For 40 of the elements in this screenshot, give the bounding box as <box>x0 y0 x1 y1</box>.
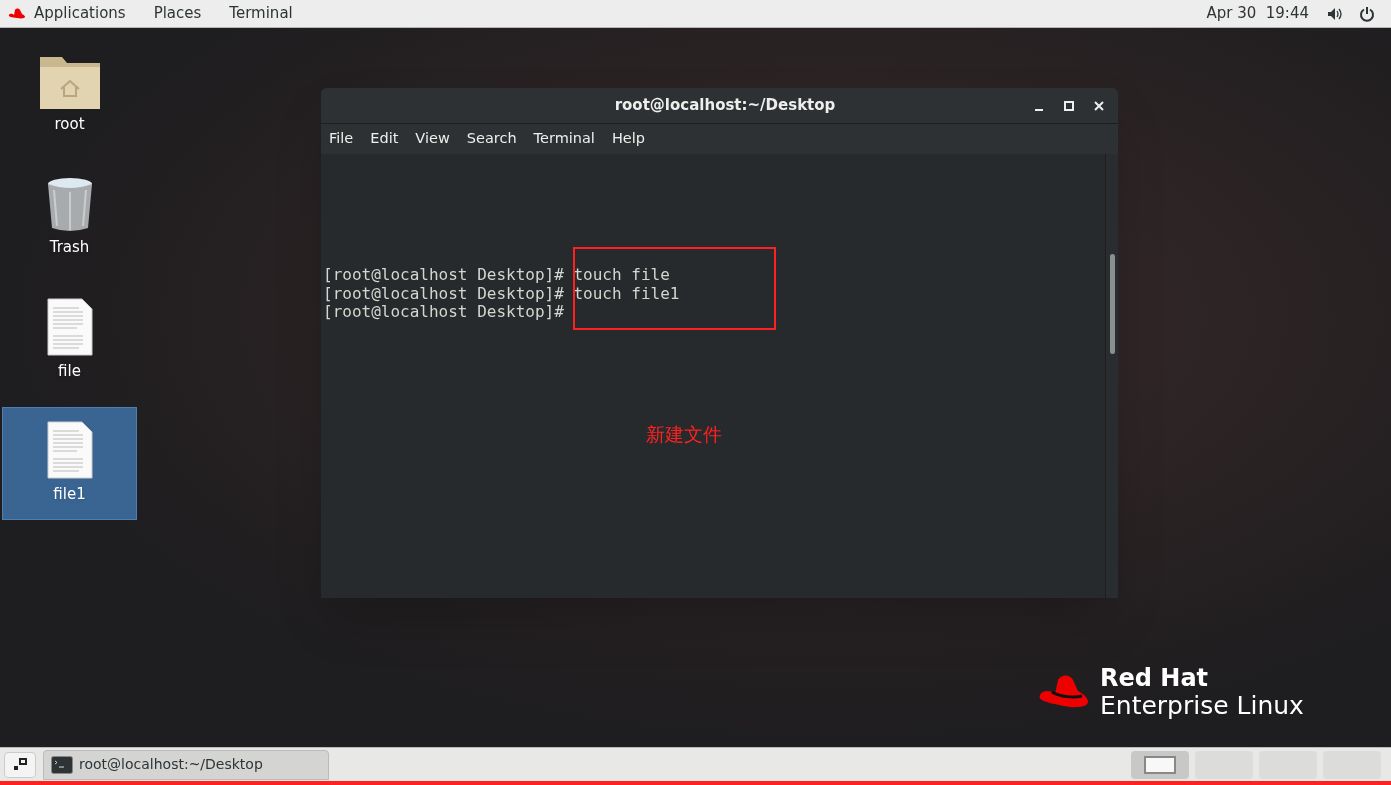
top-menu-item[interactable]: Terminal <box>229 2 293 25</box>
menu-item[interactable]: Edit <box>370 128 399 150</box>
desktop-icon[interactable]: file <box>2 284 137 397</box>
icon-label: Trash <box>49 237 90 259</box>
maximize-icon[interactable] <box>1064 100 1074 111</box>
power-icon[interactable] <box>1359 5 1375 22</box>
menu-item[interactable]: View <box>415 128 450 150</box>
top-menu-item[interactable]: Applications <box>34 2 126 25</box>
menu-item[interactable]: Help <box>611 128 645 150</box>
desktop-icon[interactable]: root <box>2 38 137 151</box>
volume-icon[interactable] <box>1327 6 1343 21</box>
terminal-icon <box>51 755 73 774</box>
taskbar-window-button[interactable]: root@localhost:~/Desktop <box>43 749 329 780</box>
show-desktop-button[interactable] <box>4 751 36 778</box>
icon-label: root <box>54 114 85 136</box>
trash-icon <box>45 176 94 233</box>
document-icon <box>46 298 93 357</box>
document-icon <box>46 421 93 480</box>
desktop-icon[interactable]: file1 <box>2 407 137 520</box>
close-icon[interactable] <box>1094 100 1104 111</box>
workspace-button[interactable] <box>1131 750 1189 779</box>
terminal-line: [root@localhost Desktop]# touch file <box>323 266 671 285</box>
menu-item[interactable]: Search <box>466 128 517 150</box>
terminal-line: [root@localhost Desktop]# <box>323 303 565 322</box>
windows-icon <box>13 757 27 772</box>
icon-label: file1 <box>53 484 86 506</box>
clock[interactable]: Apr 30 19:44 <box>1206 2 1309 25</box>
desktop-icon[interactable]: Trash <box>2 161 137 274</box>
brand-name: Red Hat <box>1100 664 1210 692</box>
icon-label: file <box>58 361 81 383</box>
product-name: Enterprise Linux <box>1100 692 1304 720</box>
top-menu-item[interactable]: Places <box>153 2 202 25</box>
annotation: 新建文件 <box>646 422 722 447</box>
scrollbar-thumb[interactable] <box>1109 254 1115 354</box>
window-title: root@localhost:~/Desktop <box>614 95 836 117</box>
terminal-line: [root@localhost Desktop]# touch file1 <box>323 284 681 303</box>
menu-item[interactable]: Terminal <box>533 128 595 150</box>
menu-item[interactable]: File <box>329 128 354 150</box>
hat-icon <box>8 7 26 20</box>
window-thumbnail-icon <box>1144 755 1176 774</box>
